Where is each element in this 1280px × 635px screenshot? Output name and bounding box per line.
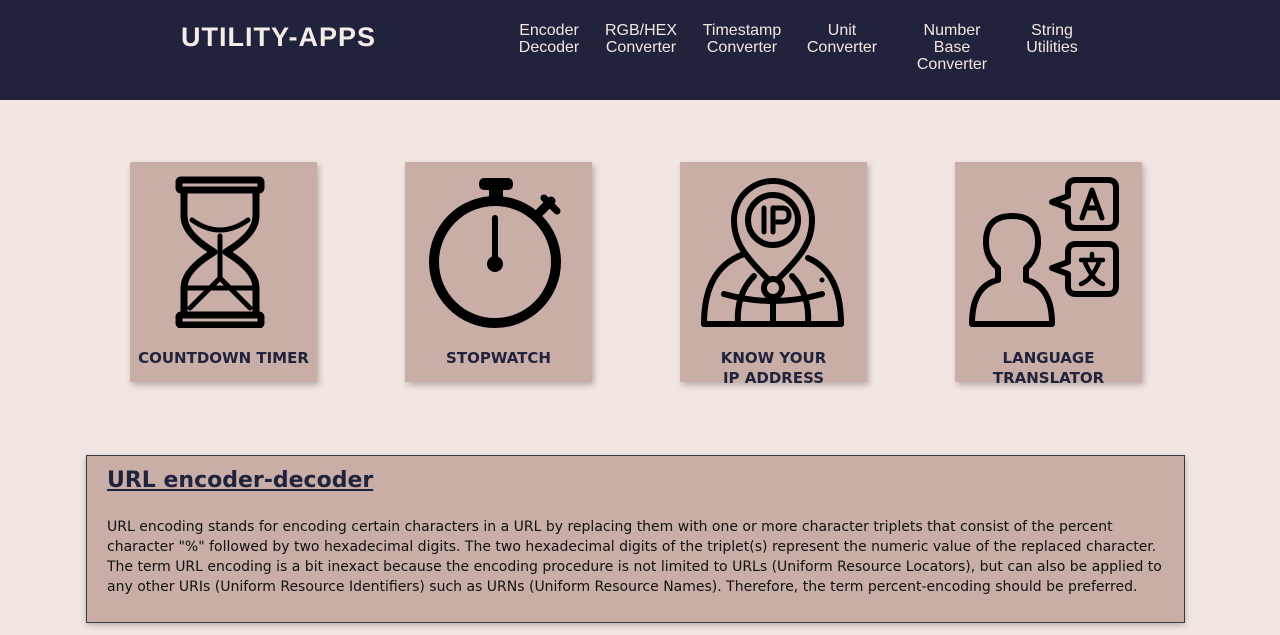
card-countdown-timer[interactable]: COUNTDOWN TIMER — [130, 162, 317, 382]
info-title[interactable]: URL encoder-decoder — [107, 468, 373, 493]
info-description: URL encoding stands for encoding certain… — [107, 519, 1162, 595]
card-stopwatch[interactable]: STOPWATCH — [405, 162, 592, 382]
top-navbar: UTILITY-APPS Encoder Decoder RGB/HEX Con… — [0, 0, 1280, 100]
translator-icon — [969, 177, 1119, 327]
hourglass-icon — [175, 176, 265, 328]
card-label: LANGUAGE TRANSLATOR — [992, 349, 1105, 387]
nav-timestamp-converter[interactable]: Timestamp Converter — [703, 22, 782, 56]
card-label: COUNTDOWN TIMER — [138, 349, 309, 367]
nav-encoder-decoder[interactable]: Encoder Decoder — [519, 22, 579, 56]
nav-rgb-hex-converter[interactable]: RGB/HEX Converter — [605, 22, 677, 56]
site-logo[interactable]: UTILITY-APPS — [181, 22, 376, 53]
card-language-translator[interactable]: LANGUAGE TRANSLATOR — [955, 162, 1142, 387]
stopwatch-icon — [429, 178, 561, 328]
card-label: KNOW YOUR IP ADDRESS — [720, 349, 827, 387]
nav-number-base-converter[interactable]: Number Base Converter — [917, 22, 987, 73]
card-label: STOPWATCH — [446, 349, 551, 367]
ip-location-icon — [701, 178, 844, 327]
card-know-your-ip[interactable]: KNOW YOUR IP ADDRESS — [680, 162, 867, 387]
nav-unit-converter[interactable]: Unit Converter — [807, 22, 877, 56]
nav-string-utilities[interactable]: String Utilities — [1026, 22, 1078, 56]
info-panel: URL encoder-decoder URL encoding stands … — [86, 455, 1185, 623]
